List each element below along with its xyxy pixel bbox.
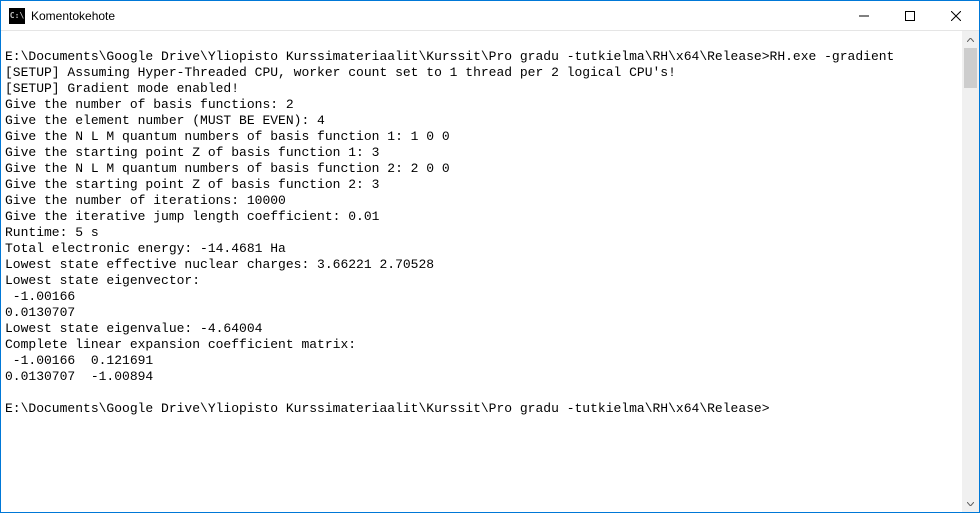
- terminal-area: E:\Documents\Google Drive\Yliopisto Kurs…: [1, 31, 979, 512]
- minimize-icon: [859, 11, 869, 21]
- scroll-up-button[interactable]: [962, 31, 979, 48]
- vertical-scrollbar[interactable]: [962, 31, 979, 512]
- chevron-up-icon: [967, 38, 974, 42]
- terminal-output[interactable]: E:\Documents\Google Drive\Yliopisto Kurs…: [1, 31, 962, 512]
- scroll-thumb[interactable]: [964, 48, 977, 88]
- scroll-down-button[interactable]: [962, 495, 979, 512]
- chevron-down-icon: [967, 502, 974, 506]
- cmd-icon: C:\: [9, 8, 25, 24]
- window-title: Komentokehote: [31, 9, 841, 23]
- titlebar[interactable]: C:\ Komentokehote: [1, 1, 979, 31]
- window-controls: [841, 1, 979, 30]
- close-icon: [951, 11, 961, 21]
- maximize-button[interactable]: [887, 1, 933, 30]
- maximize-icon: [905, 11, 915, 21]
- minimize-button[interactable]: [841, 1, 887, 30]
- scroll-track[interactable]: [962, 48, 979, 495]
- close-button[interactable]: [933, 1, 979, 30]
